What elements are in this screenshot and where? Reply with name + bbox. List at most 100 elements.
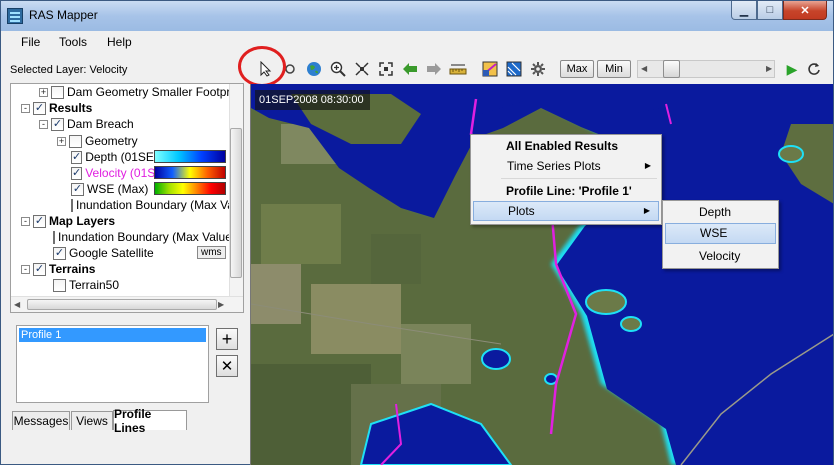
tree-item-map-layers[interactable]: - ✓ Map Layers xyxy=(21,213,115,229)
time-slider[interactable] xyxy=(637,60,775,78)
velocity-color-ramp xyxy=(154,166,226,179)
context-header-results: All Enabled Results xyxy=(506,139,619,153)
tree-item-label: Google Satellite xyxy=(69,246,154,260)
wms-badge: wms xyxy=(197,246,226,259)
layer-checkbox[interactable]: ✓ xyxy=(71,166,83,180)
expand-icon[interactable]: + xyxy=(57,136,66,146)
layer-icon[interactable] xyxy=(505,60,523,78)
layer-checkbox[interactable]: ✓ xyxy=(71,182,84,196)
tree-horizontal-scrollbar[interactable]: ◀ ▶ xyxy=(11,296,243,312)
tree-item-dam-breach[interactable]: - ✓ Dam Breach xyxy=(39,116,134,132)
collapse-icon[interactable]: - xyxy=(21,264,30,274)
tree-item-google-satellite[interactable]: ✓ Google Satellite xyxy=(53,245,154,261)
layer-checkbox[interactable] xyxy=(51,85,64,99)
tree-item-label: Dam Breach xyxy=(67,117,134,131)
add-profile-button[interactable]: + xyxy=(216,328,238,350)
max-button[interactable]: Max xyxy=(560,60,594,78)
layer-checkbox[interactable]: ✓ xyxy=(33,101,46,115)
layer-checkbox[interactable]: ✓ xyxy=(33,262,46,276)
zoom-in-icon[interactable] xyxy=(329,60,347,78)
min-button[interactable]: Min xyxy=(597,60,631,78)
collapse-icon[interactable]: - xyxy=(21,216,30,226)
tree-vscroll-thumb[interactable] xyxy=(230,128,242,278)
submenu-arrow-icon: ▶ xyxy=(643,206,650,215)
close-button[interactable]: ✕ xyxy=(783,1,827,20)
menu-item-label: Time Series Plots xyxy=(507,159,601,173)
profile-lines-list[interactable]: Profile 1 xyxy=(16,325,209,403)
submenu-item-velocity[interactable]: Velocity xyxy=(665,246,776,267)
menu-bar: File Tools Help xyxy=(1,31,833,53)
submenu-item-depth[interactable]: Depth xyxy=(665,202,776,223)
tab-messages[interactable]: Messages xyxy=(12,411,70,430)
measure-icon[interactable] xyxy=(449,60,467,78)
time-slider-thumb[interactable] xyxy=(663,60,680,78)
map-timestamp: 01SEP2008 08:30:00 xyxy=(255,90,370,110)
minimize-button[interactable]: ▁ xyxy=(731,1,757,20)
tree-item-label: Dam Geometry Smaller Footprint xyxy=(67,85,244,99)
maximize-button[interactable]: □ xyxy=(757,1,783,20)
globe-icon[interactable] xyxy=(305,60,323,78)
forward-arrow-icon[interactable] xyxy=(425,60,443,78)
menu-file[interactable]: File xyxy=(21,35,40,49)
context-header-profile: Profile Line: 'Profile 1' xyxy=(506,184,632,198)
layer-checkbox[interactable]: ✓ xyxy=(33,214,46,228)
tree-item-geometry[interactable]: + Geometry xyxy=(57,133,138,149)
tree-vertical-scrollbar[interactable] xyxy=(229,84,243,296)
tree-item-label: WSE (Max) xyxy=(87,182,149,196)
tree-item-label: Terrains xyxy=(49,262,96,276)
menu-help[interactable]: Help xyxy=(107,35,132,49)
tab-profile-lines[interactable]: Profile Lines xyxy=(113,407,187,435)
tree-item-label: Inundation Boundary (Max Value) xyxy=(76,198,231,212)
collapse-icon[interactable]: - xyxy=(39,119,48,129)
tree-item-label: Inundation Boundary (Max Value) xyxy=(58,230,231,244)
profile-list-item[interactable]: Profile 1 xyxy=(19,328,206,342)
submenu-item-wse[interactable]: WSE xyxy=(665,223,776,244)
menu-item-label: Plots xyxy=(508,204,535,218)
tree-item-inundation-map[interactable]: Inundation Boundary (Max Value) xyxy=(53,229,231,245)
selected-layer-label: Selected Layer: Velocity xyxy=(10,64,128,76)
layer-checkbox[interactable]: ✓ xyxy=(51,117,64,131)
layer-checkbox[interactable]: ✓ xyxy=(53,246,66,260)
scroll-right-icon[interactable]: ▶ xyxy=(218,300,224,309)
layer-tree: + Dam Geometry Smaller Footprint - ✓ Res… xyxy=(10,83,244,313)
layer-checkbox[interactable] xyxy=(53,278,66,292)
window-controls: ▁ □ ✕ xyxy=(731,1,827,20)
tree-item-dam-geometry[interactable]: + Dam Geometry Smaller Footprint xyxy=(39,84,243,100)
layer-checkbox[interactable] xyxy=(71,198,73,212)
zoom-extent-icon[interactable] xyxy=(353,60,371,78)
delete-profile-button[interactable]: ✕ xyxy=(216,355,238,377)
layer-checkbox[interactable]: ✓ xyxy=(71,150,83,164)
settings-icon[interactable] xyxy=(529,60,547,78)
profile-line-icon[interactable] xyxy=(481,60,499,78)
refresh-icon[interactable] xyxy=(805,60,823,78)
tree-hscroll-thumb[interactable] xyxy=(27,299,217,310)
tree-item-label: Terrain50 xyxy=(69,278,120,292)
tab-views[interactable]: Views xyxy=(71,411,113,430)
submenu-arrow-icon: ▶ xyxy=(644,161,651,170)
tree-item-inundation-result[interactable]: Inundation Boundary (Max Value) xyxy=(71,197,231,213)
full-extent-icon[interactable] xyxy=(377,60,395,78)
tree-item-terrain50[interactable]: Terrain50 xyxy=(53,277,119,293)
menu-separator xyxy=(501,178,657,179)
plots-submenu: Depth WSE Velocity xyxy=(662,200,779,269)
layer-checkbox[interactable] xyxy=(53,230,55,244)
expand-icon[interactable]: + xyxy=(39,87,48,97)
tree-item-results[interactable]: - ✓ Results xyxy=(21,100,92,116)
collapse-icon[interactable]: - xyxy=(21,103,30,113)
app-window: RAS Mapper ▁ □ ✕ File Tools Help Selecte… xyxy=(0,0,834,465)
title-bar[interactable]: RAS Mapper ▁ □ ✕ xyxy=(1,1,833,31)
scroll-left-icon[interactable]: ◀ xyxy=(14,300,20,309)
slider-left-arrow-icon[interactable]: ◀ xyxy=(641,64,647,73)
context-menu: All Enabled Results Time Series Plots ▶ … xyxy=(470,134,662,225)
menu-tools[interactable]: Tools xyxy=(59,35,87,49)
menu-item-time-series-plots[interactable]: Time Series Plots ▶ xyxy=(473,156,659,176)
menu-item-plots[interactable]: Plots ▶ xyxy=(473,201,659,221)
window-title: RAS Mapper xyxy=(29,8,98,22)
layer-checkbox[interactable] xyxy=(69,134,82,148)
wse-color-ramp xyxy=(154,182,226,195)
annotation-red-circle xyxy=(238,46,286,87)
slider-right-arrow-icon[interactable]: ▶ xyxy=(766,64,772,73)
play-icon[interactable]: ▶ xyxy=(783,60,801,78)
tree-item-terrains[interactable]: - ✓ Terrains xyxy=(21,261,95,277)
back-arrow-icon[interactable] xyxy=(401,60,419,78)
